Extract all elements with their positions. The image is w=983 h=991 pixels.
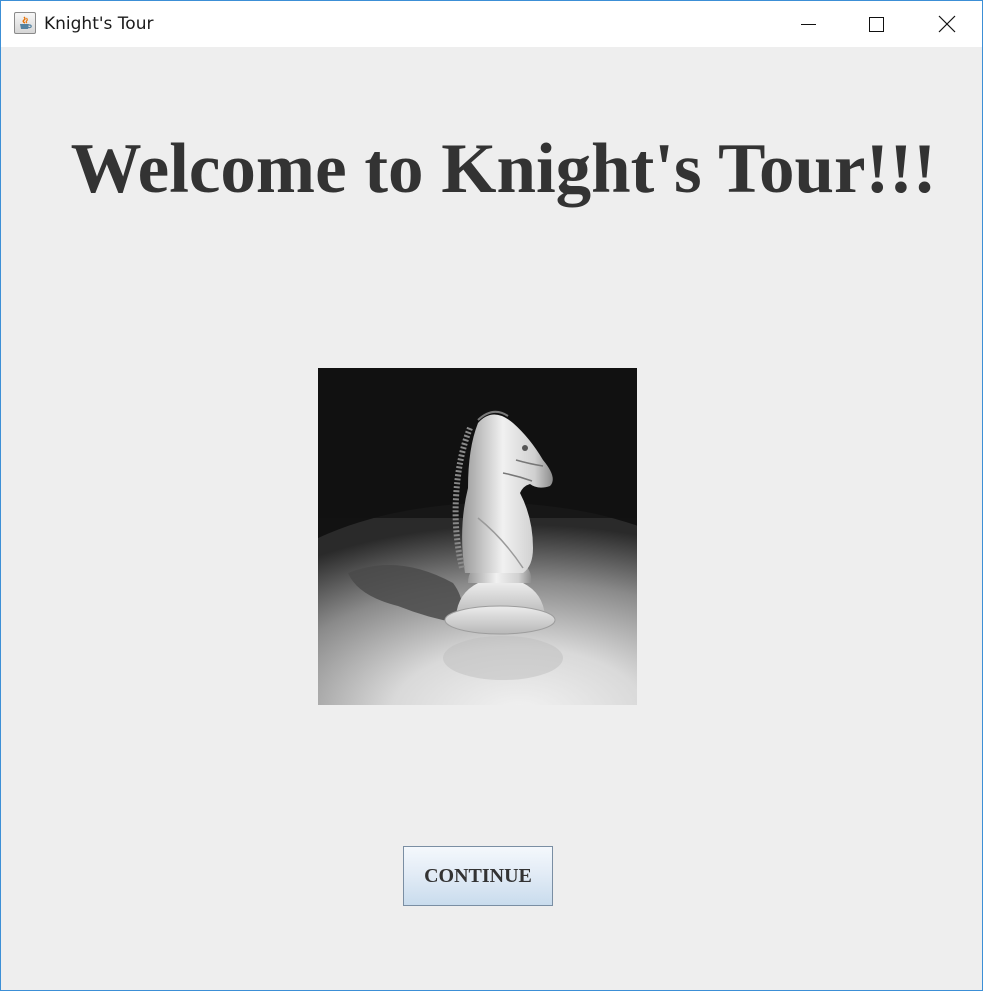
maximize-icon[interactable]	[854, 1, 900, 47]
continue-button[interactable]: CONTINUE	[403, 846, 553, 906]
java-cup-icon[interactable]	[14, 12, 36, 34]
close-icon[interactable]	[924, 1, 970, 47]
title-bar[interactable]: Knight's Tour	[1, 1, 982, 47]
chess-knight-image	[318, 368, 637, 705]
welcome-heading: Welcome to Knight's Tour!!!	[70, 130, 937, 208]
window-title: Knight's Tour	[44, 14, 154, 34]
app-window: Knight's Tour Welcome to Knight's Tour!!…	[0, 0, 983, 991]
minimize-icon[interactable]	[785, 1, 831, 47]
